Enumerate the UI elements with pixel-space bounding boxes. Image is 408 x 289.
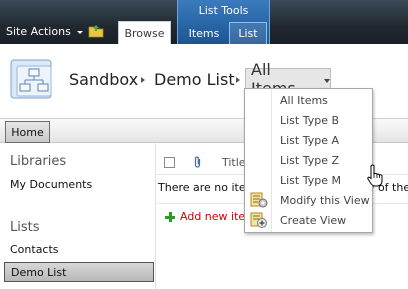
- nav-item-contacts[interactable]: Contacts: [10, 243, 59, 256]
- chevron-down-icon: [76, 31, 83, 34]
- hand-pointer-cursor-icon: [367, 164, 383, 187]
- tab-browse-label: Browse: [124, 26, 165, 40]
- select-all-checkbox[interactable]: [164, 157, 175, 168]
- navigate-up-folder-icon[interactable]: [88, 24, 104, 38]
- menu-item-list-type-a[interactable]: List Type A: [280, 134, 339, 147]
- list-tools-group: List Tools Items List: [177, 0, 270, 44]
- menu-item-all-items[interactable]: All Items: [280, 94, 328, 107]
- tab-items-label: Items: [188, 26, 220, 40]
- breadcrumb-separator-icon: [236, 77, 240, 83]
- menu-item-list-type-b[interactable]: List Type B: [280, 114, 339, 127]
- top-nav-home[interactable]: Home: [5, 121, 50, 143]
- plus-icon: [165, 211, 175, 222]
- page-root: { "ribbon": { "site_actions_label": "Sit…: [0, 0, 408, 289]
- view-dropdown-menu: All Items List Type B List Type A List T…: [244, 88, 373, 233]
- site-actions-menu[interactable]: Site Actions: [6, 25, 83, 38]
- chevron-down-icon: [324, 78, 330, 83]
- attachment-icon: [194, 156, 201, 168]
- column-header-title[interactable]: Title: [222, 156, 246, 169]
- tab-list-label: List: [238, 27, 258, 40]
- top-nav-home-label: Home: [11, 125, 44, 139]
- modify-view-icon: [250, 192, 268, 208]
- nav-item-demo-list-label: Demo List: [11, 266, 67, 279]
- nav-item-demo-list[interactable]: Demo List: [4, 262, 154, 282]
- menu-item-create-view[interactable]: Create View: [280, 214, 346, 227]
- menu-item-list-type-z[interactable]: List Type Z: [280, 154, 339, 167]
- menu-item-list-type-m[interactable]: List Type M: [280, 174, 341, 187]
- add-new-item-link[interactable]: Add new item: [165, 210, 256, 223]
- breadcrumb-list-link[interactable]: Demo List: [154, 70, 235, 89]
- menu-item-modify-view[interactable]: Modify this View: [280, 194, 370, 207]
- nav-item-my-documents[interactable]: My Documents: [10, 178, 92, 191]
- tab-list[interactable]: List: [229, 22, 267, 44]
- site-actions-label: Site Actions: [6, 25, 71, 38]
- breadcrumb-site-link[interactable]: Sandbox: [69, 70, 138, 89]
- tab-items[interactable]: Items: [182, 22, 226, 44]
- tab-browse[interactable]: Browse: [118, 21, 171, 44]
- view-selector-button[interactable]: All Items: [245, 60, 331, 98]
- nav-heading-lists[interactable]: Lists: [10, 220, 40, 235]
- list-tools-title: List Tools: [198, 4, 249, 17]
- breadcrumb-separator-icon: [141, 77, 145, 83]
- create-view-icon: [250, 212, 267, 228]
- site-logo-icon: [10, 59, 52, 99]
- nav-heading-libraries[interactable]: Libraries: [10, 154, 66, 169]
